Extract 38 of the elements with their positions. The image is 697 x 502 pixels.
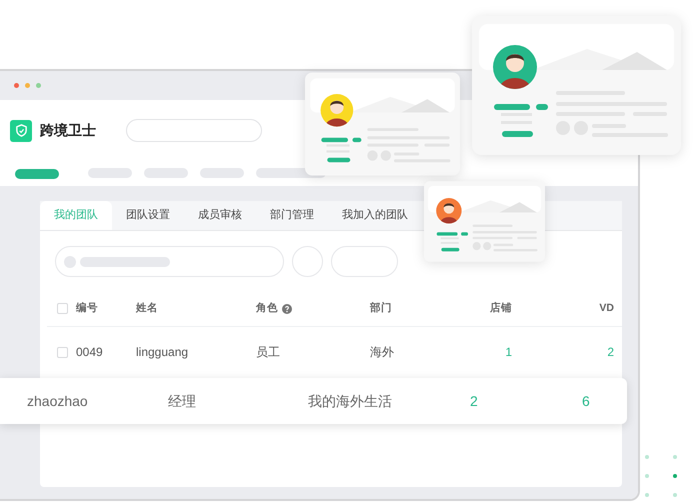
close-dot-icon[interactable] <box>14 83 19 88</box>
table-cell-text: 6 <box>582 392 590 410</box>
checkbox[interactable] <box>57 346 68 358</box>
table-cell-text: zhaozhao <box>27 392 88 410</box>
column-header: 角色 <box>256 300 278 316</box>
table-cell-text: 我的海外生活 <box>308 392 392 410</box>
avatar-icon <box>493 45 537 89</box>
search-field[interactable] <box>126 119 262 142</box>
table-cell-text: 经理 <box>168 392 196 410</box>
avatar-icon <box>436 198 462 224</box>
avatar-icon <box>320 94 354 127</box>
help-icon[interactable] <box>282 304 292 314</box>
minimize-dot-icon[interactable] <box>25 83 30 88</box>
table-cell: lingguang <box>136 345 188 359</box>
tab[interactable]: 成员审核 <box>184 201 256 230</box>
column-header: 姓名 <box>136 300 158 316</box>
column-header: VD <box>599 300 614 316</box>
app-title: 跨境卫士 <box>40 121 96 140</box>
highlighted-row[interactable]: zhaozhao 经理 我的海外生活 2 6 <box>0 378 627 424</box>
table-cell-text: 2 <box>470 392 478 410</box>
tab[interactable]: 团队设置 <box>112 201 184 230</box>
shield-logo-icon <box>10 120 32 142</box>
column-header: 部门 <box>370 300 392 316</box>
tab[interactable]: 我加入的团队 <box>328 201 422 230</box>
table-cell: 2 <box>607 345 614 359</box>
checkbox[interactable] <box>57 303 68 314</box>
tab[interactable]: 部门管理 <box>256 201 328 230</box>
table-row[interactable]: 0049 lingguang 员工 海外 1 2 <box>47 327 622 377</box>
table-cell: 员工 <box>256 345 280 359</box>
filter-button[interactable] <box>292 246 323 277</box>
table-cell: 0049 <box>76 345 103 359</box>
table-cell: 海外 <box>370 345 394 359</box>
filter-button[interactable] <box>331 246 398 277</box>
column-header: 店铺 <box>490 300 512 316</box>
table-cell: 1 <box>505 345 512 359</box>
maximize-dot-icon[interactable] <box>36 83 41 88</box>
column-header: 编号 <box>76 300 98 316</box>
search-field[interactable] <box>55 246 284 277</box>
